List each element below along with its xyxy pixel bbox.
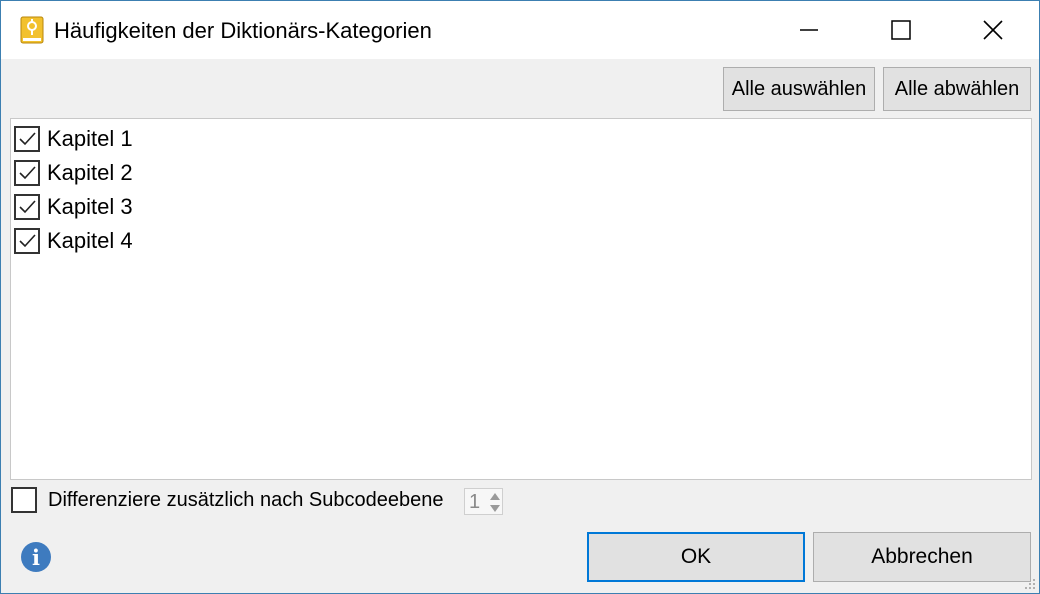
category-checkbox[interactable]: [14, 194, 40, 220]
checkmark-icon: [19, 200, 36, 214]
list-item-label: Kapitel 3: [47, 194, 133, 219]
subcode-label: Differenziere zusätzlich nach Subcodeebe…: [48, 488, 444, 511]
dictionary-book-icon: [20, 16, 44, 44]
checkmark-icon: [19, 234, 36, 248]
checkmark-icon: [19, 132, 36, 146]
minimize-button[interactable]: [763, 1, 855, 59]
minimize-icon: [800, 29, 818, 31]
title-bar: Häufigkeiten der Diktionärs-Kategorien: [1, 1, 1039, 59]
ok-button[interactable]: OK: [587, 532, 805, 582]
maximize-button[interactable]: [855, 1, 947, 59]
subcode-level-stepper[interactable]: 1: [464, 488, 503, 515]
cancel-button[interactable]: Abbrechen: [813, 532, 1031, 582]
info-icon[interactable]: i: [21, 542, 51, 572]
spin-up-button[interactable]: [488, 490, 502, 502]
close-button[interactable]: [947, 1, 1039, 59]
list-item-label: Kapitel 2: [47, 160, 133, 185]
list-item-kapitel-3[interactable]: Kapitel 3: [14, 191, 133, 223]
list-item-kapitel-4[interactable]: Kapitel 4: [14, 225, 133, 257]
list-item-kapitel-1[interactable]: Kapitel 1: [14, 123, 133, 155]
category-list[interactable]: Kapitel 1 Kapitel 2 Kapitel 3 Kapitel 4: [10, 118, 1032, 480]
category-checkbox[interactable]: [14, 126, 40, 152]
list-item-kapitel-2[interactable]: Kapitel 2: [14, 157, 133, 189]
subcode-checkbox[interactable]: [11, 487, 37, 513]
arrow-up-icon: [490, 492, 500, 500]
subcode-level-value: 1: [469, 491, 481, 513]
category-checkbox[interactable]: [14, 160, 40, 186]
list-item-label: Kapitel 4: [47, 228, 133, 253]
dialog-window: Häufigkeiten der Diktionärs-Kategorien A…: [0, 0, 1040, 594]
category-checkbox[interactable]: [14, 228, 40, 254]
spin-down-button[interactable]: [488, 502, 502, 514]
deselect-all-button[interactable]: Alle abwählen: [883, 67, 1031, 111]
close-icon: [983, 20, 1003, 40]
checkmark-icon: [19, 166, 36, 180]
list-item-label: Kapitel 1: [47, 126, 133, 151]
arrow-down-icon: [490, 504, 500, 512]
window-title: Häufigkeiten der Diktionärs-Kategorien: [54, 18, 432, 43]
resize-grip-icon[interactable]: [1024, 577, 1036, 589]
maximize-icon: [891, 20, 911, 40]
select-all-button[interactable]: Alle auswählen: [723, 67, 875, 111]
subcode-option[interactable]: Differenziere zusätzlich nach Subcodeebe…: [11, 487, 443, 513]
